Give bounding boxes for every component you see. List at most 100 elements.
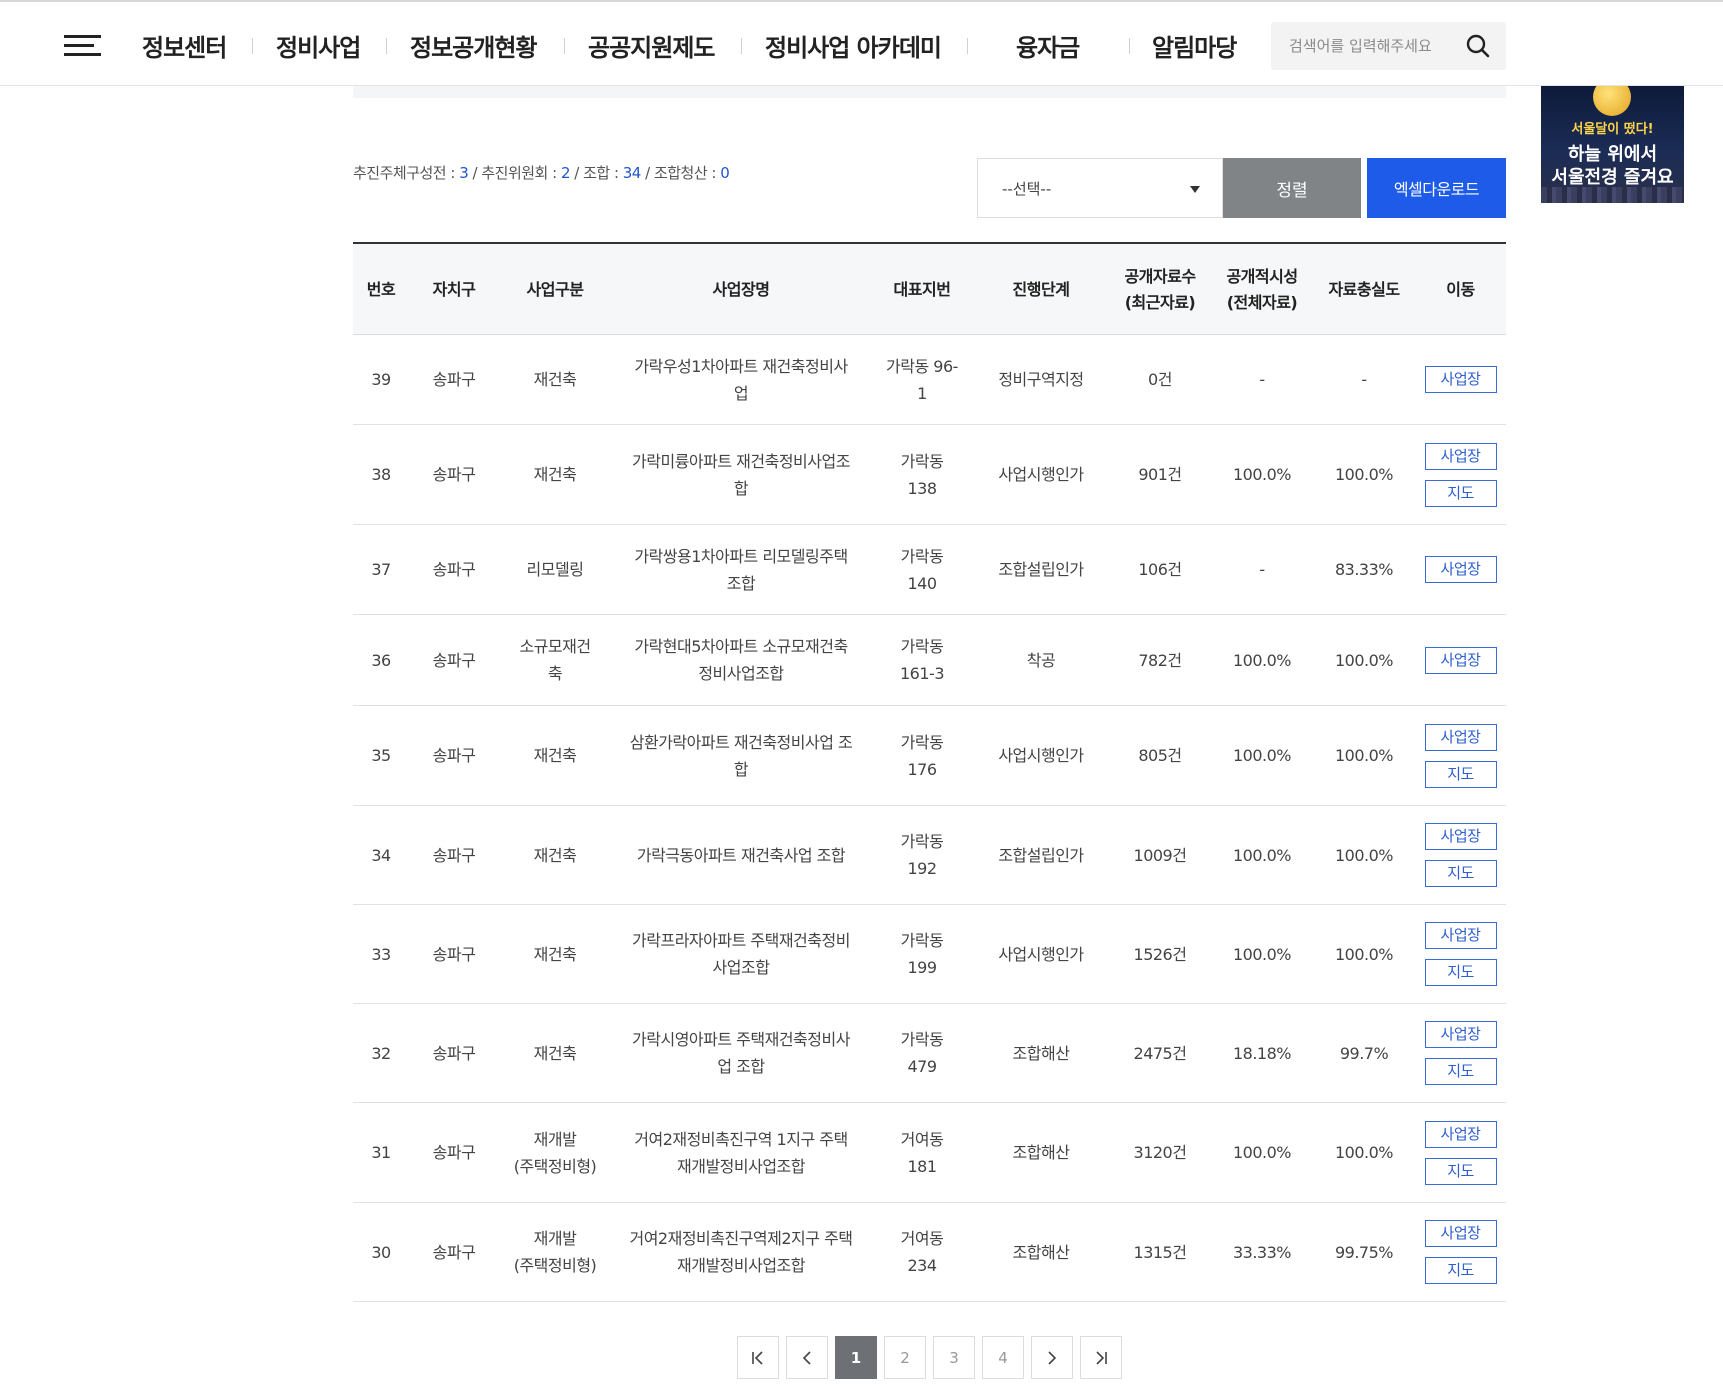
map-button[interactable]: 지도 bbox=[1424, 1257, 1497, 1284]
cell-stage-text: 조합해산 bbox=[1012, 1242, 1070, 1262]
map-button[interactable]: 지도 bbox=[1424, 959, 1497, 986]
cell-stage-text: 정비구역지정 bbox=[998, 370, 1084, 389]
cell-district-text: 송파구 bbox=[432, 1043, 476, 1063]
cell-move: 사업장 bbox=[1415, 615, 1506, 705]
nav-separator bbox=[386, 38, 387, 54]
cell-fidelity: 100.0% bbox=[1313, 425, 1415, 524]
nav-academy[interactable]: 정비사업 아카데미 bbox=[765, 28, 942, 63]
sort-select[interactable]: --선택-- bbox=[977, 158, 1223, 218]
search-input[interactable] bbox=[1289, 34, 1459, 58]
cell-district: 송파구 bbox=[409, 525, 499, 614]
caret-down-icon bbox=[1190, 186, 1200, 193]
project-site-button[interactable]: 사업장 bbox=[1424, 723, 1497, 751]
cell-timeliness: - bbox=[1211, 525, 1313, 614]
summary-label: / 조합청산 : bbox=[640, 164, 721, 182]
table-row: 38 송파구 재건축 가락미륭아파트 재건축정비사업조 합 가락동 138 사업시행인가 9… bbox=[353, 425, 1506, 525]
cell-timeliness: 100.0% bbox=[1211, 1103, 1313, 1202]
cell-project-name-text: 가락우성1차아파트 재건축정비사 업 bbox=[634, 356, 848, 403]
page-number-button[interactable]: 1 bbox=[835, 1336, 877, 1379]
cell-lot-number-text: 거여동 181 bbox=[900, 1129, 944, 1176]
nav-info-center[interactable]: 정보센터 bbox=[142, 28, 227, 63]
table-row: 37 송파구 리모델링 가락쌍용1차아파트 리모델링주택 조합 가락동 140 조합설립인… bbox=[353, 525, 1506, 615]
first-page-button[interactable] bbox=[737, 1336, 779, 1379]
cell-number-text: 35 bbox=[371, 746, 391, 765]
cell-timeliness-text: 33.33% bbox=[1232, 1242, 1292, 1262]
header-project-type: 사업구분 bbox=[499, 244, 611, 335]
cell-timeliness: 100.0% bbox=[1211, 706, 1313, 805]
nav-loan[interactable]: 융자금 bbox=[1016, 28, 1080, 63]
project-site-button[interactable]: 사업장 bbox=[1424, 366, 1497, 393]
cell-doc-count-text: 1315건 bbox=[1133, 1242, 1187, 1262]
nav-separator bbox=[967, 38, 968, 54]
cell-lot-number: 가락동 138 bbox=[871, 425, 973, 524]
cell-project-type: 재개발 (주택정비형) bbox=[499, 1203, 611, 1301]
project-site-button[interactable]: 사업장 bbox=[1424, 922, 1497, 949]
header-stage: 진행단계 bbox=[973, 244, 1109, 335]
page-number-button[interactable]: 3 bbox=[933, 1336, 975, 1379]
search-icon[interactable] bbox=[1465, 33, 1491, 59]
header-fidelity: 자료충실도 bbox=[1313, 244, 1415, 335]
nav-separator bbox=[741, 38, 742, 54]
map-button[interactable]: 지도 bbox=[1424, 479, 1497, 507]
cell-project-name-text: 가락시영아파트 주택재건축정비사 업 조합 bbox=[632, 1030, 850, 1076]
cell-fidelity-text: 100.0% bbox=[1334, 746, 1394, 765]
cell-timeliness: 100.0% bbox=[1211, 806, 1313, 904]
project-site-button[interactable]: 사업장 bbox=[1424, 646, 1497, 674]
project-site-button[interactable]: 사업장 bbox=[1424, 442, 1497, 470]
header-label: 자치구 bbox=[432, 279, 476, 299]
table-row: 33 송파구 재건축 가락프라자아파트 주택재건축정비 사업조합 가락동 199 사업시행… bbox=[353, 905, 1506, 1004]
table-row: 35 송파구 재건축 삼환가락아파트 재건축정비사업 조 합 가락동 176 사업시행인가… bbox=[353, 706, 1506, 806]
map-button[interactable]: 지도 bbox=[1424, 860, 1497, 887]
cell-fidelity: 100.0% bbox=[1313, 615, 1415, 705]
cell-lot-number-text: 가락동 192 bbox=[900, 832, 944, 878]
cell-fidelity: 100.0% bbox=[1313, 806, 1415, 904]
header-label: 사업장명 bbox=[712, 279, 770, 299]
nav-separator bbox=[252, 38, 253, 54]
seoul-moon-banner[interactable]: 서울달이 떴다! 하늘 위에서 서울전경 즐겨요 bbox=[1541, 86, 1684, 203]
header-move: 이동 bbox=[1415, 244, 1506, 335]
nav-separator bbox=[1129, 38, 1130, 54]
project-site-button[interactable]: 사업장 bbox=[1424, 1021, 1497, 1048]
page-number-button[interactable]: 2 bbox=[884, 1336, 926, 1379]
map-button[interactable]: 지도 bbox=[1424, 1058, 1497, 1085]
banner-line-3: 서울전경 즐겨요 bbox=[1551, 167, 1674, 188]
map-button[interactable]: 지도 bbox=[1424, 1157, 1497, 1185]
last-page-button[interactable] bbox=[1080, 1336, 1122, 1379]
cell-lot-number: 가락동 176 bbox=[871, 706, 973, 805]
nav-notice[interactable]: 알림마당 bbox=[1152, 28, 1237, 63]
cell-project-type: 재개발 (주택정비형) bbox=[499, 1103, 611, 1202]
table-row: 39 송파구 재건축 가락우성1차아파트 재건축정비사 업 가락동 96- 1 정비구역지… bbox=[353, 335, 1506, 425]
cell-district: 송파구 bbox=[409, 806, 499, 904]
cell-district: 송파구 bbox=[409, 706, 499, 805]
page-numbers: 1234 bbox=[835, 1336, 1024, 1379]
project-site-button[interactable]: 사업장 bbox=[1424, 556, 1497, 583]
nav-maintenance-project[interactable]: 정비사업 bbox=[276, 28, 361, 63]
sort-button[interactable]: 정렬 bbox=[1223, 158, 1361, 218]
cell-timeliness-text: 100.0% bbox=[1232, 650, 1292, 670]
prev-page-button[interactable] bbox=[786, 1336, 828, 1379]
hamburger-icon[interactable] bbox=[64, 35, 101, 57]
project-site-button[interactable]: 사업장 bbox=[1424, 823, 1497, 850]
cell-district: 송파구 bbox=[409, 905, 499, 1003]
nav-public-support[interactable]: 공공지원제도 bbox=[588, 28, 715, 63]
project-site-button[interactable]: 사업장 bbox=[1424, 1120, 1497, 1148]
cell-timeliness-text: 18.18% bbox=[1232, 1043, 1292, 1063]
cell-project-name: 가락시영아파트 주택재건축정비사 업 조합 bbox=[611, 1004, 871, 1102]
cell-fidelity-text: 100.0% bbox=[1334, 465, 1394, 484]
map-button[interactable]: 지도 bbox=[1424, 760, 1497, 788]
cell-project-type-text: 재건축 bbox=[533, 1043, 577, 1063]
prev-page-icon bbox=[802, 1350, 811, 1365]
page-number-button[interactable]: 4 bbox=[982, 1336, 1024, 1379]
cell-doc-count: 1315건 bbox=[1109, 1203, 1211, 1301]
cell-number: 34 bbox=[353, 806, 409, 904]
summary-count: 3 bbox=[459, 164, 469, 182]
cell-lot-number: 가락동 199 bbox=[871, 905, 973, 1003]
cell-district-text: 송파구 bbox=[432, 560, 476, 579]
cell-stage-text: 사업시행인가 bbox=[998, 944, 1084, 964]
project-site-button[interactable]: 사업장 bbox=[1424, 1220, 1497, 1247]
nav-disclosure-status[interactable]: 정보공개현황 bbox=[410, 28, 537, 63]
cell-lot-number-text: 가락동 479 bbox=[900, 1030, 944, 1076]
cell-fidelity: 100.0% bbox=[1313, 905, 1415, 1003]
excel-download-button[interactable]: 엑셀다운로드 bbox=[1367, 158, 1506, 218]
next-page-button[interactable] bbox=[1031, 1336, 1073, 1379]
